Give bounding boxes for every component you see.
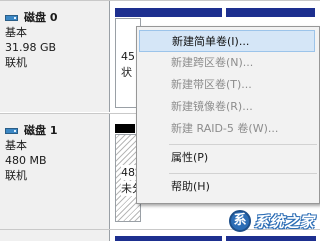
disk-0-partition-bar[interactable] [226,8,315,17]
menu-item-help[interactable]: 帮助(H) [139,176,319,198]
disk-0-partition-size: 45 [121,50,135,63]
menu-item-properties[interactable]: 属性(P) [139,147,319,169]
menu-item-new-mirrored-volume[interactable]: 新建镜像卷(R)... [139,96,319,118]
next-disk-info-edge [0,230,110,241]
disk-1-size: 480 MB [5,154,47,167]
disk-0-name: 磁盘 0 [24,11,58,24]
disk-drive-icon [5,127,18,134]
menu-item-new-spanned-volume[interactable]: 新建跨区卷(N)... [139,52,319,74]
disk-0-type: 基本 [5,26,27,39]
watermark-logo: 系 系统之家 [228,210,314,232]
disk-drive-icon [5,14,18,21]
disk-1-title: 磁盘 1 [5,123,109,138]
menu-separator [169,173,317,174]
disk-0-info[interactable]: 磁盘 0 基本 31.98 GB 联机 [0,1,110,112]
disk-0-reserved-bar[interactable] [115,8,222,17]
menu-item-new-striped-volume[interactable]: 新建带区卷(T)... [139,74,319,96]
watermark-badge-icon: 系 [228,210,251,232]
menu-item-new-raid5-volume[interactable]: 新建 RAID-5 卷(W)... [139,118,319,140]
next-disk-bar-2 [226,236,316,241]
menu-separator [169,144,317,145]
watermark-text: 系统之家 [253,212,314,231]
disk-1-unallocated-bar[interactable] [115,124,135,133]
next-disk-bar-1 [115,236,222,241]
disk-1-info[interactable]: 磁盘 1 基本 480 MB 联机 [0,114,110,229]
menu-item-new-simple-volume[interactable]: 新建简单卷(I)... [139,30,315,52]
disk-0-size: 31.98 GB [5,41,57,54]
disk-1-type: 基本 [5,139,27,152]
disk-1-name: 磁盘 1 [24,124,58,137]
disk-0-title: 磁盘 0 [5,10,109,25]
disk-1-status: 联机 [5,169,27,182]
context-menu[interactable]: 新建简单卷(I)... 新建跨区卷(N)... 新建带区卷(T)... 新建镜像… [136,26,320,204]
disk-0-status: 联机 [5,56,27,69]
disk-0-partition-status: 状 [121,66,132,79]
disk-1-partition-size: 48 [121,165,135,180]
